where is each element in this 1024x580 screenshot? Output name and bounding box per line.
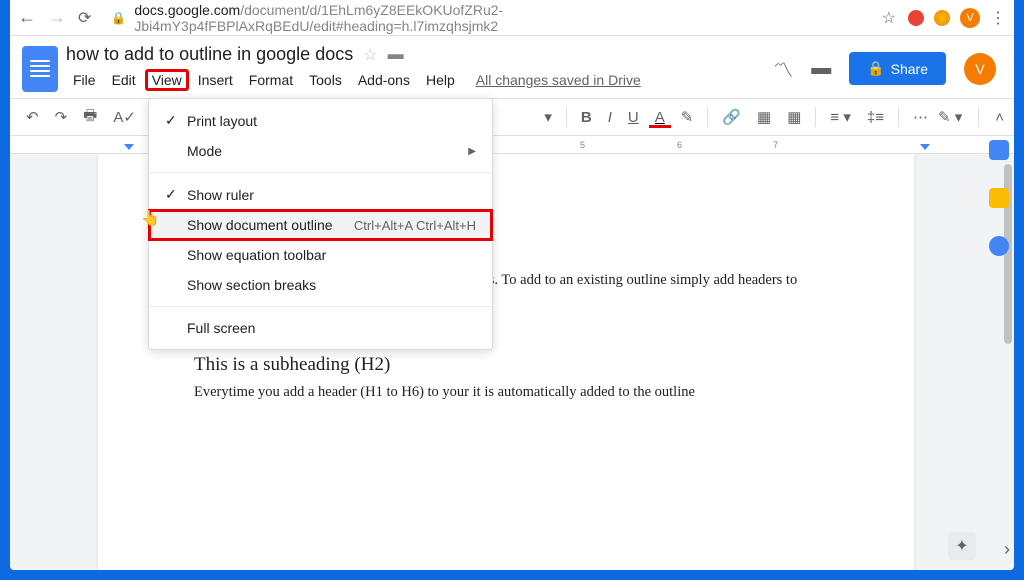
ruler-tick: 6 [677,140,682,150]
url-bar[interactable]: 🔒 docs.google.com/document/d/1EhLm6yZ8EE… [103,2,869,34]
highlight-icon[interactable]: ✎ [675,104,700,130]
separator [707,107,708,127]
menu-insert[interactable]: Insert [191,69,240,91]
comments-icon[interactable]: ▬ [811,57,831,80]
keep-icon[interactable] [989,188,1009,208]
activity-icon[interactable]: 〽 [773,54,793,83]
menu-show-document-outline[interactable]: Show document outline Ctrl+Alt+A Ctrl+Al… [149,210,492,240]
link-icon[interactable]: 🔗 [716,104,747,130]
extension-icon-2[interactable] [934,10,950,26]
spellcheck-icon[interactable]: A✓ [107,104,142,130]
browser-menu-icon[interactable]: ⋮ [990,8,1006,28]
undo-icon[interactable]: ↶ [20,104,45,130]
save-status[interactable]: All changes saved in Drive [476,72,641,88]
tasks-icon[interactable] [989,236,1009,256]
ruler-tick: 5 [580,140,585,150]
view-menu-dropdown: ✓ Print layout Mode ▶ ✓ Show ruler Show … [148,98,493,350]
italic-icon[interactable]: I [602,105,618,130]
menu-mode[interactable]: Mode ▶ [149,136,492,166]
document-title[interactable]: how to add to outline in google docs [66,44,353,65]
extension-icon-1[interactable] [908,10,924,26]
back-button[interactable]: ← [18,7,36,28]
account-avatar[interactable]: V [964,53,996,85]
menu-format[interactable]: Format [242,69,300,91]
menu-show-section-breaks[interactable]: Show section breaks [149,270,492,300]
doc-paragraph-2[interactable]: Everytime you add a header (H1 to H6) to… [194,382,818,404]
extension-icons: V ⋮ [908,8,1006,28]
menu-item-label: Show ruler [187,187,476,203]
star-document-icon[interactable]: ☆ [363,45,377,65]
menu-bar: File Edit View Insert Format Tools Add-o… [66,69,765,91]
side-panel [984,132,1014,256]
profile-avatar-sm[interactable]: V [960,8,980,28]
move-folder-icon[interactable]: ▬ [388,46,404,64]
lock-icon: 🔒 [111,11,126,25]
docs-header: how to add to outline in google docs ☆ ▬… [10,36,1014,92]
right-indent-marker[interactable] [920,144,930,150]
menu-separator [149,172,492,173]
separator [898,107,899,127]
explore-button[interactable]: ✦ [948,532,976,560]
menu-help[interactable]: Help [419,69,462,91]
side-panel-toggle-icon[interactable]: › [1004,539,1010,560]
share-button[interactable]: 🔒 Share [849,52,946,85]
menu-item-label: Full screen [187,320,476,336]
underline-icon[interactable]: U [622,105,645,130]
expand-icon[interactable]: ˄ [995,109,1004,126]
separator [978,107,979,127]
reload-button[interactable]: ⟳ [78,8,91,28]
print-icon[interactable]: 🖶 [77,101,103,134]
nav-arrows: ← → [18,7,66,28]
url-host: docs.google.com/document/d/1EhLm6yZ8EEkO… [134,2,861,34]
menu-addons[interactable]: Add-ons [351,69,417,91]
submenu-arrow-icon: ▶ [468,146,476,157]
share-label: Share [891,61,928,77]
menu-item-label: Mode [187,143,468,159]
menu-print-layout[interactable]: ✓ Print layout [149,105,492,136]
menu-file[interactable]: File [66,69,103,91]
checkmark-icon: ✓ [165,112,187,129]
forward-button[interactable]: → [48,7,66,28]
align-icon[interactable]: ≡ ▾ [824,104,856,130]
image-icon[interactable]: ▦ [781,104,807,130]
ruler-tick: 7 [773,140,778,150]
browser-window: ← → ⟳ 🔒 docs.google.com/document/d/1EhLm… [10,0,1014,570]
more-icon[interactable]: ⋯ [907,104,934,130]
menu-show-ruler[interactable]: ✓ Show ruler [149,179,492,210]
doc-heading-2[interactable]: This is a subheading (H2) [194,354,818,376]
browser-toolbar: ← → ⟳ 🔒 docs.google.com/document/d/1EhLm… [10,0,1014,36]
editing-mode-icon[interactable]: ✎ ▾ [938,108,962,126]
cursor-pointer-icon: 👆 [141,209,160,227]
text-color-icon[interactable]: A [649,106,671,128]
redo-icon[interactable]: ↷ [49,104,74,130]
left-indent-marker[interactable] [124,144,134,150]
menu-item-label: Show document outline [187,217,354,233]
bold-icon[interactable]: B [575,105,598,130]
separator [566,107,567,127]
comment-add-icon[interactable]: ▦ [751,104,777,130]
menu-item-label: Show equation toolbar [187,247,476,263]
menu-tools[interactable]: Tools [302,69,349,91]
menu-full-screen[interactable]: Full screen [149,313,492,343]
lock-icon: 🔒 [867,60,884,77]
checkmark-icon: ✓ [165,186,187,203]
menu-separator [149,306,492,307]
menu-show-equation-toolbar[interactable]: Show equation toolbar [149,240,492,270]
line-spacing-icon[interactable]: ‡≡ [861,105,890,130]
docs-logo-icon[interactable] [22,46,58,92]
bookmark-star-icon[interactable]: ☆ [882,8,896,28]
font-size-dropdown[interactable]: ▾ [538,104,558,130]
separator [815,107,816,127]
calendar-icon[interactable] [989,140,1009,160]
header-actions: 〽 ▬ 🔒 Share V [773,44,996,85]
menu-view[interactable]: View [145,69,189,91]
doc-meta: how to add to outline in google docs ☆ ▬… [66,44,765,91]
menu-item-label: Show section breaks [187,277,476,293]
menu-edit[interactable]: Edit [105,69,143,91]
menu-item-label: Print layout [187,113,476,129]
menu-shortcut: Ctrl+Alt+A Ctrl+Alt+H [354,218,476,233]
